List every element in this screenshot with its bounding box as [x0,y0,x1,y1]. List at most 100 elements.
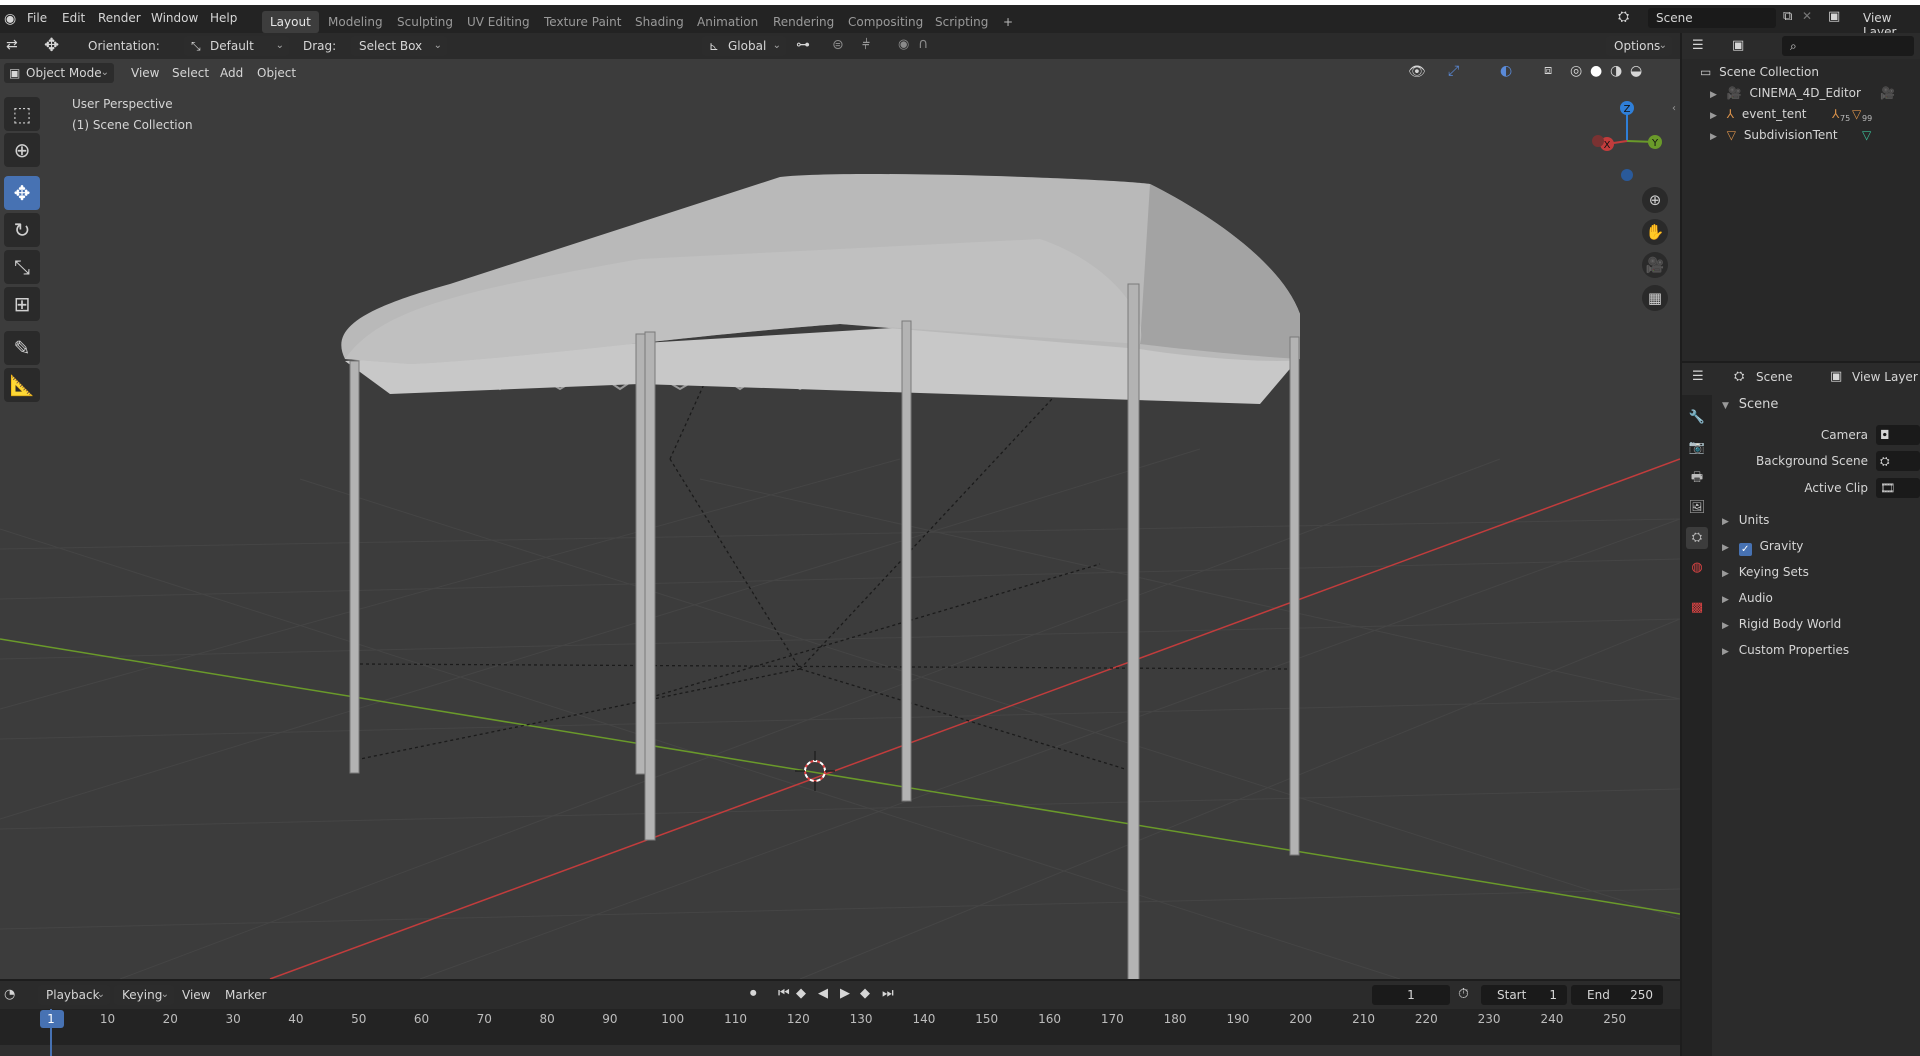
units-panel[interactable]: ▶ Units [1722,513,1769,527]
snap-target-icon[interactable]: ⫩ [862,37,870,53]
current-frame-field[interactable]: 1 [1372,985,1450,1005]
solid-shading-icon[interactable]: ● [1590,63,1602,79]
gizmo-neg-z-axis[interactable] [1621,169,1633,181]
tab-compositing[interactable]: Compositing [840,11,931,33]
outliner-search-input[interactable]: ⌕ [1782,36,1914,56]
expand-arrow-icon[interactable]: ▶ [1710,132,1717,142]
select-box-tool-icon[interactable]: ⬚ [4,97,40,131]
navigation-gizmo[interactable]: Z X Y [1592,101,1662,181]
transform-tool-icon[interactable]: ⊞ [4,287,40,321]
timeline-menu-marker[interactable]: Marker [225,988,266,1002]
timeline-editor-icon[interactable]: ◔ [4,987,15,1002]
texture-tab-icon[interactable]: ▩ [1686,597,1708,619]
falloff-icon[interactable]: ∩ [918,36,928,52]
output-tab-icon[interactable]: 🖶 [1686,467,1708,489]
expand-arrow-icon[interactable]: ▶ [1710,111,1717,121]
add-workspace-button[interactable]: + [995,11,1021,33]
properties-editor-icon[interactable]: ☰ [1692,369,1704,384]
tab-shading[interactable]: Shading [627,11,692,33]
scene-tab-icon[interactable]: ⛭ [1686,527,1708,549]
properties-view-layer-label[interactable]: View Layer [1852,370,1918,384]
properties-scene-label[interactable]: Scene [1756,370,1793,384]
tab-rendering[interactable]: Rendering [765,11,842,33]
menu-edit[interactable]: Edit [62,11,85,25]
expand-arrow-icon[interactable]: ▶ [1710,90,1717,100]
active-clip-field[interactable]: 🎞 [1876,478,1920,498]
annotate-tool-icon[interactable]: ✎ [4,331,40,365]
move-tool-button[interactable]: ✥ [4,176,40,210]
display-mode-icon[interactable]: ▣ [1732,38,1744,53]
jump-end-icon[interactable]: ⏭ [882,986,894,1001]
copy-scene-icon[interactable]: ⧉ [1783,9,1792,24]
viewport-menu-object[interactable]: Object [257,66,296,80]
proportional-edit-icon[interactable]: ◉ [898,37,909,52]
xray-icon[interactable]: ⧈ [1544,63,1552,78]
next-keyframe-icon[interactable]: ◆ [860,986,870,1001]
menu-file[interactable]: File [27,11,47,25]
render-tab-icon[interactable]: 📷 [1686,437,1708,459]
sidebar-toggle-icon[interactable]: ‹ [1672,103,1676,114]
outliner-editor-icon[interactable]: ☰ [1692,38,1704,53]
visibility-icon[interactable]: 👁 [1408,64,1426,80]
measure-tool-icon[interactable]: 📐 [4,368,40,402]
outliner-root[interactable]: ▭ Scene Collection [1682,62,1920,83]
viewport-menu-add[interactable]: Add [220,66,243,80]
tab-layout[interactable]: Layout [262,11,319,33]
pan-hand-icon[interactable]: ✋ [1642,219,1668,245]
wireframe-shading-icon[interactable]: ◎ [1570,63,1582,79]
orientation-dropdown[interactable]: ⤡ Default ⌄ [184,36,289,56]
drag-dropdown[interactable]: Select Box ⌄ [351,36,447,56]
prev-keyframe-icon[interactable]: ◆ [796,986,806,1001]
timeline-menu-view[interactable]: View [182,988,210,1002]
end-frame-field[interactable]: End 250 [1571,985,1663,1005]
keying-sets-panel[interactable]: ▶ Keying Sets [1722,565,1809,579]
overlays-icon[interactable]: ◐ [1500,63,1512,79]
delete-scene-icon[interactable]: ✕ [1802,9,1812,23]
move-tool-icon[interactable]: ✥ [44,35,59,56]
tab-scripting[interactable]: Scripting [927,11,996,33]
gravity-panel[interactable]: ▶ ✓ Gravity [1722,539,1803,556]
mode-dropdown[interactable]: ▣ Object Mode ⌄ [4,63,114,83]
perspective-toggle-icon[interactable]: ▦ [1642,285,1668,311]
tab-sculpting[interactable]: Sculpting [389,11,461,33]
camera-field[interactable]: ◘ [1876,425,1920,445]
gizmo-neg-x-axis[interactable] [1592,135,1604,147]
menu-window[interactable]: Window [151,11,198,25]
custom-properties-panel[interactable]: ▶ Custom Properties [1722,643,1849,657]
pivot-point-icon[interactable]: ⊶ [796,37,810,53]
menu-help[interactable]: Help [210,11,237,25]
play-icon[interactable]: ▶ [840,986,850,1001]
rendered-shading-icon[interactable]: ◒ [1630,63,1642,79]
viewport-menu-select[interactable]: Select [172,66,209,80]
gravity-checkbox[interactable]: ✓ [1738,543,1752,556]
tool-tab-icon[interactable]: 🔧 [1686,407,1708,429]
camera-view-icon[interactable]: 🎥 [1642,252,1668,278]
menu-render[interactable]: Render [98,11,141,25]
record-icon[interactable]: ⏺ [750,986,757,1001]
tab-texture-paint[interactable]: Texture Paint [536,11,629,33]
outliner-item[interactable]: ▶ ⅄ event_tent ⅄ 75 ▽ 99 [1682,104,1920,125]
timeline-scrollbar[interactable] [0,1045,1680,1056]
outliner-item[interactable]: ▶ 🎥 CINEMA_4D_Editor 🎥 [1682,83,1920,104]
audio-panel[interactable]: ▶ Audio [1722,591,1773,605]
viewport-menu-view[interactable]: View [131,66,159,80]
world-tab-icon[interactable]: ◍ [1686,557,1708,579]
editor-type-icon[interactable]: ⇄ [6,37,18,53]
rigid-body-world-panel[interactable]: ▶ Rigid Body World [1722,617,1841,631]
keying-menu[interactable]: Keying ⌄ [114,985,174,1005]
material-shading-icon[interactable]: ◑ [1610,63,1622,79]
cursor-tool-icon[interactable]: ⊕ [4,133,40,167]
transform-orientation-dropdown[interactable]: ⊾ Global ⌄ [702,36,786,56]
blender-logo-icon[interactable]: ◉ [4,11,16,27]
scene-selector-icon[interactable]: ⛭ [1618,9,1629,25]
view-layer-icon[interactable]: ▣ [1828,9,1840,24]
play-reverse-icon[interactable]: ◀ [818,986,828,1001]
start-frame-field[interactable]: Start 1 [1481,985,1567,1005]
rotate-tool-icon[interactable]: ↻ [4,213,40,247]
view-layer-tab-icon[interactable]: 🖼 [1686,497,1708,519]
3d-viewport[interactable]: Z X Y ▣ Object Mode ⌄ View Select Add Ob… [0,59,1680,979]
outliner-item[interactable]: ▶ ▽ SubdivisionTent ▽ [1682,125,1920,146]
scene-name-field[interactable]: Scene [1648,8,1776,28]
snap-icon[interactable]: ⊜ [832,37,844,53]
tab-uv-editing[interactable]: UV Editing [459,11,538,33]
